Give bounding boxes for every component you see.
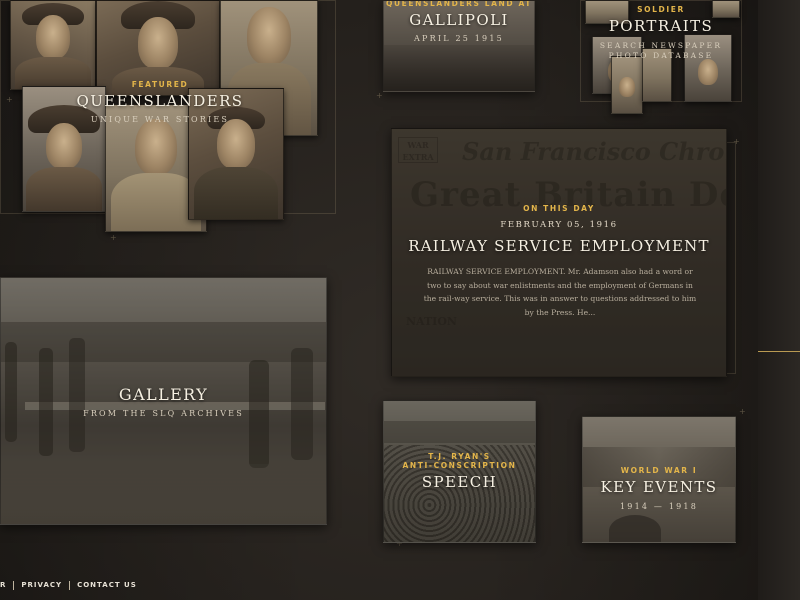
footer-links: R PRIVACY CONTACT US bbox=[0, 578, 137, 592]
footer-link-contact-us[interactable]: CONTACT US bbox=[77, 581, 137, 589]
crosshair-mark: + bbox=[376, 91, 383, 100]
portrait-photo bbox=[10, 0, 96, 90]
queenslanders-subtitle: UNIQUE WAR STORIES bbox=[90, 115, 230, 124]
crosshair-mark: + bbox=[733, 137, 740, 146]
on-this-day-kicker: ON THIS DAY bbox=[523, 204, 595, 213]
queenslanders-kicker: FEATURED bbox=[131, 80, 189, 89]
key-events-tile[interactable]: WORLD WAR I KEY EVENTS 1914 — 1918 bbox=[582, 416, 736, 543]
footer-link-privacy[interactable]: PRIVACY bbox=[21, 581, 62, 589]
footer-separator bbox=[13, 580, 15, 590]
portraits-subtitle-line2: PHOTO DATABASE bbox=[608, 51, 714, 60]
crosshair-mark: + bbox=[110, 233, 117, 242]
key-events-subtitle: 1914 — 1918 bbox=[619, 502, 698, 511]
portraits-title: PORTRAITS bbox=[608, 17, 714, 35]
gallery-title: GALLERY bbox=[118, 385, 209, 404]
footer-link-truncated[interactable]: R bbox=[0, 581, 6, 589]
portrait-thumbnail bbox=[611, 56, 643, 114]
key-events-title: KEY EVENTS bbox=[600, 478, 718, 496]
gallipoli-kicker: QUEENSLANDERS LAND AT bbox=[385, 0, 533, 8]
gallipoli-subtitle: APRIL 25 1915 bbox=[414, 34, 504, 43]
queenslanders-title[interactable]: QUEENSLANDERS bbox=[0, 92, 320, 110]
on-this-day-date: FEBRUARY 05, 1916 bbox=[500, 220, 618, 230]
gallery-subtitle: FROM THE SLQ ARCHIVES bbox=[83, 409, 244, 418]
speech-title: SPEECH bbox=[421, 473, 498, 491]
footer-separator bbox=[69, 580, 71, 590]
gallipoli-title: GALLIPOLI bbox=[409, 11, 509, 29]
gallery-tile[interactable]: GALLERY FROM THE SLQ ARCHIVES bbox=[0, 277, 327, 525]
gallipoli-tile[interactable]: QUEENSLANDERS LAND AT GALLIPOLI APRIL 25… bbox=[383, 0, 535, 92]
accent-rule bbox=[758, 351, 800, 352]
crosshair-mark: + bbox=[739, 407, 746, 416]
right-edge-panel bbox=[758, 0, 800, 600]
portraits-subtitle-line1: SEARCH NEWSPAPER bbox=[599, 41, 723, 50]
on-this-day-tile[interactable]: WAR EXTRA San Francisco Chronicle Great … bbox=[391, 128, 727, 377]
on-this-day-title[interactable]: RAILWAY SERVICE EMPLOYMENT bbox=[392, 237, 726, 255]
speech-tile[interactable]: T.J. RYAN'S ANTI-CONSCRIPTION SPEECH bbox=[383, 400, 536, 543]
speech-kicker-line1: T.J. RYAN'S bbox=[428, 452, 491, 461]
portraits-kicker: SOLDIER bbox=[637, 5, 685, 14]
speech-kicker-line2: ANTI-CONSCRIPTION bbox=[402, 461, 517, 470]
key-events-kicker: WORLD WAR I bbox=[620, 466, 698, 475]
on-this-day-excerpt: RAILWAY SERVICE EMPLOYMENT. Mr. Adamson … bbox=[423, 267, 697, 317]
